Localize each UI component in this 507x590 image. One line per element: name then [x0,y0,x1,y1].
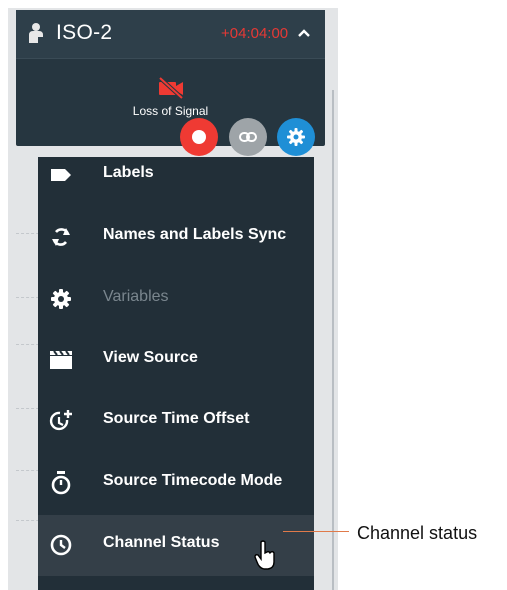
time-offset: +04:04:00 [221,25,289,42]
menu-item-names-and-labels-sync[interactable]: Names and Labels Sync [38,207,314,268]
menu-item-label: Channel Status [103,534,220,551]
menu-item-label: Labels [103,164,154,181]
link-icon [239,132,257,142]
channel-title: ISO-2 [56,21,113,44]
menu-item-label: Variables [103,288,169,305]
label-icon [51,169,71,181]
record-icon [192,130,206,144]
callout-line [283,531,349,532]
callout-label: Channel status [357,523,478,543]
menu-item-source-timecode-mode[interactable]: Source Timecode Mode [38,453,314,514]
chevron-up-icon[interactable] [297,28,311,38]
clapperboard-icon [50,350,72,369]
gear-icon [287,128,305,146]
menu-item-label: Names and Labels Sync [103,226,287,243]
channel-card: ISO-2 +04:04:00 Loss of Signal [16,10,325,146]
gear-icon [51,289,71,309]
clock-plus-icon [49,410,72,431]
menu-item-label: View Source [103,349,198,366]
menu-item-label: Source Timecode Mode [103,472,283,489]
menu-item-labels[interactable]: Labels [38,145,314,206]
context-menu: Labels Names and Labels Sync Variables V… [38,157,314,590]
person-icon [29,23,43,43]
signal-status: Loss of Signal [132,104,209,118]
menu-item-variables[interactable]: Variables [38,269,314,330]
no-video-icon [158,76,184,100]
hand-cursor-icon [254,540,275,570]
channel-header[interactable]: ISO-2 +04:04:00 [16,10,325,59]
menu-item-label: Source Time Offset [103,410,250,427]
clock-icon [50,534,72,556]
menu-item-source-time-offset[interactable]: Source Time Offset [38,391,314,452]
sync-icon [52,228,70,246]
menu-item-view-source[interactable]: View Source [38,330,314,391]
stopwatch-icon [51,471,71,495]
